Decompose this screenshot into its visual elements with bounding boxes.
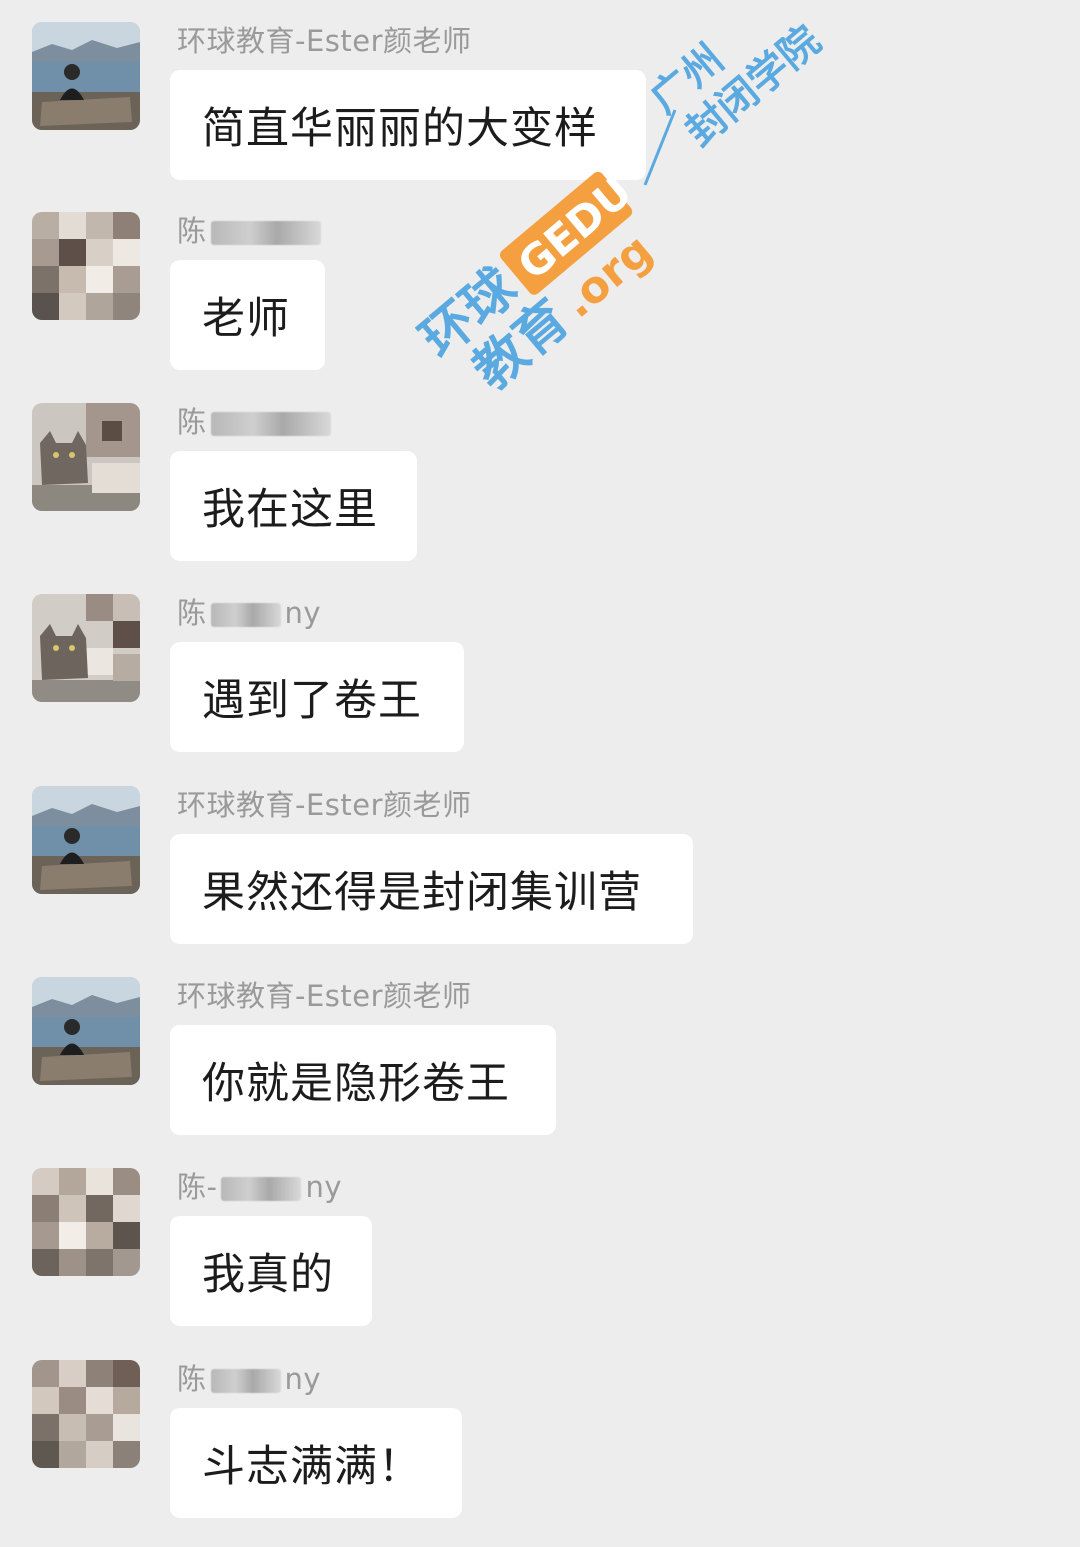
message-text: 你就是隐形卷王 <box>202 1059 510 1109</box>
message-bubble[interactable]: 斗志满满！ <box>170 1408 462 1518</box>
avatar[interactable] <box>32 977 140 1085</box>
avatar[interactable] <box>32 403 140 511</box>
sender-name: 环球教育-Ester颜老师 <box>177 24 472 58</box>
blurred-name <box>210 221 321 245</box>
message-text: 我在这里 <box>202 485 378 535</box>
avatar[interactable] <box>32 212 140 320</box>
sender-name: 陈 <box>177 399 335 441</box>
message-text: 简直华丽丽的大变样 <box>202 104 598 154</box>
blurred-name <box>210 412 331 436</box>
sender-name: 陈-ny <box>177 1170 343 1204</box>
sender-name: 陈 ny <box>177 596 322 630</box>
sender-name: 环球教育-Ester颜老师 <box>177 788 472 822</box>
chat-message-list[interactable]: 环球教育-Ester颜老师 简直华丽丽的大变样 陈 老师 陈 我在这里 陈 ny… <box>0 0 1080 1547</box>
avatar[interactable] <box>32 594 140 702</box>
message-text: 斗志满满！ <box>202 1442 422 1492</box>
sender-name: 环球教育-Ester颜老师 <box>177 979 472 1013</box>
message-bubble[interactable]: 你就是隐形卷王 <box>170 1025 556 1135</box>
avatar[interactable] <box>32 22 140 130</box>
message-bubble[interactable]: 遇到了卷王 <box>170 642 464 752</box>
blurred-name <box>210 1369 281 1393</box>
avatar[interactable] <box>32 1168 140 1276</box>
message-bubble[interactable]: 我在这里 <box>170 451 417 561</box>
avatar[interactable] <box>32 1360 140 1468</box>
message-bubble[interactable]: 果然还得是封闭集训营 <box>170 834 693 944</box>
avatar[interactable] <box>32 786 140 894</box>
message-text: 遇到了卷王 <box>202 676 422 726</box>
sender-name: 陈 <box>177 208 325 250</box>
message-text: 老师 <box>202 294 290 344</box>
sender-name: 陈 ny <box>177 1362 322 1396</box>
message-text: 我真的 <box>202 1250 334 1300</box>
message-bubble[interactable]: 我真的 <box>170 1216 372 1326</box>
blurred-name <box>221 1177 302 1201</box>
message-text: 果然还得是封闭集训营 <box>202 868 642 918</box>
message-bubble[interactable]: 简直华丽丽的大变样 <box>170 70 646 180</box>
message-bubble[interactable]: 老师 <box>170 260 325 370</box>
blurred-name <box>210 603 281 627</box>
